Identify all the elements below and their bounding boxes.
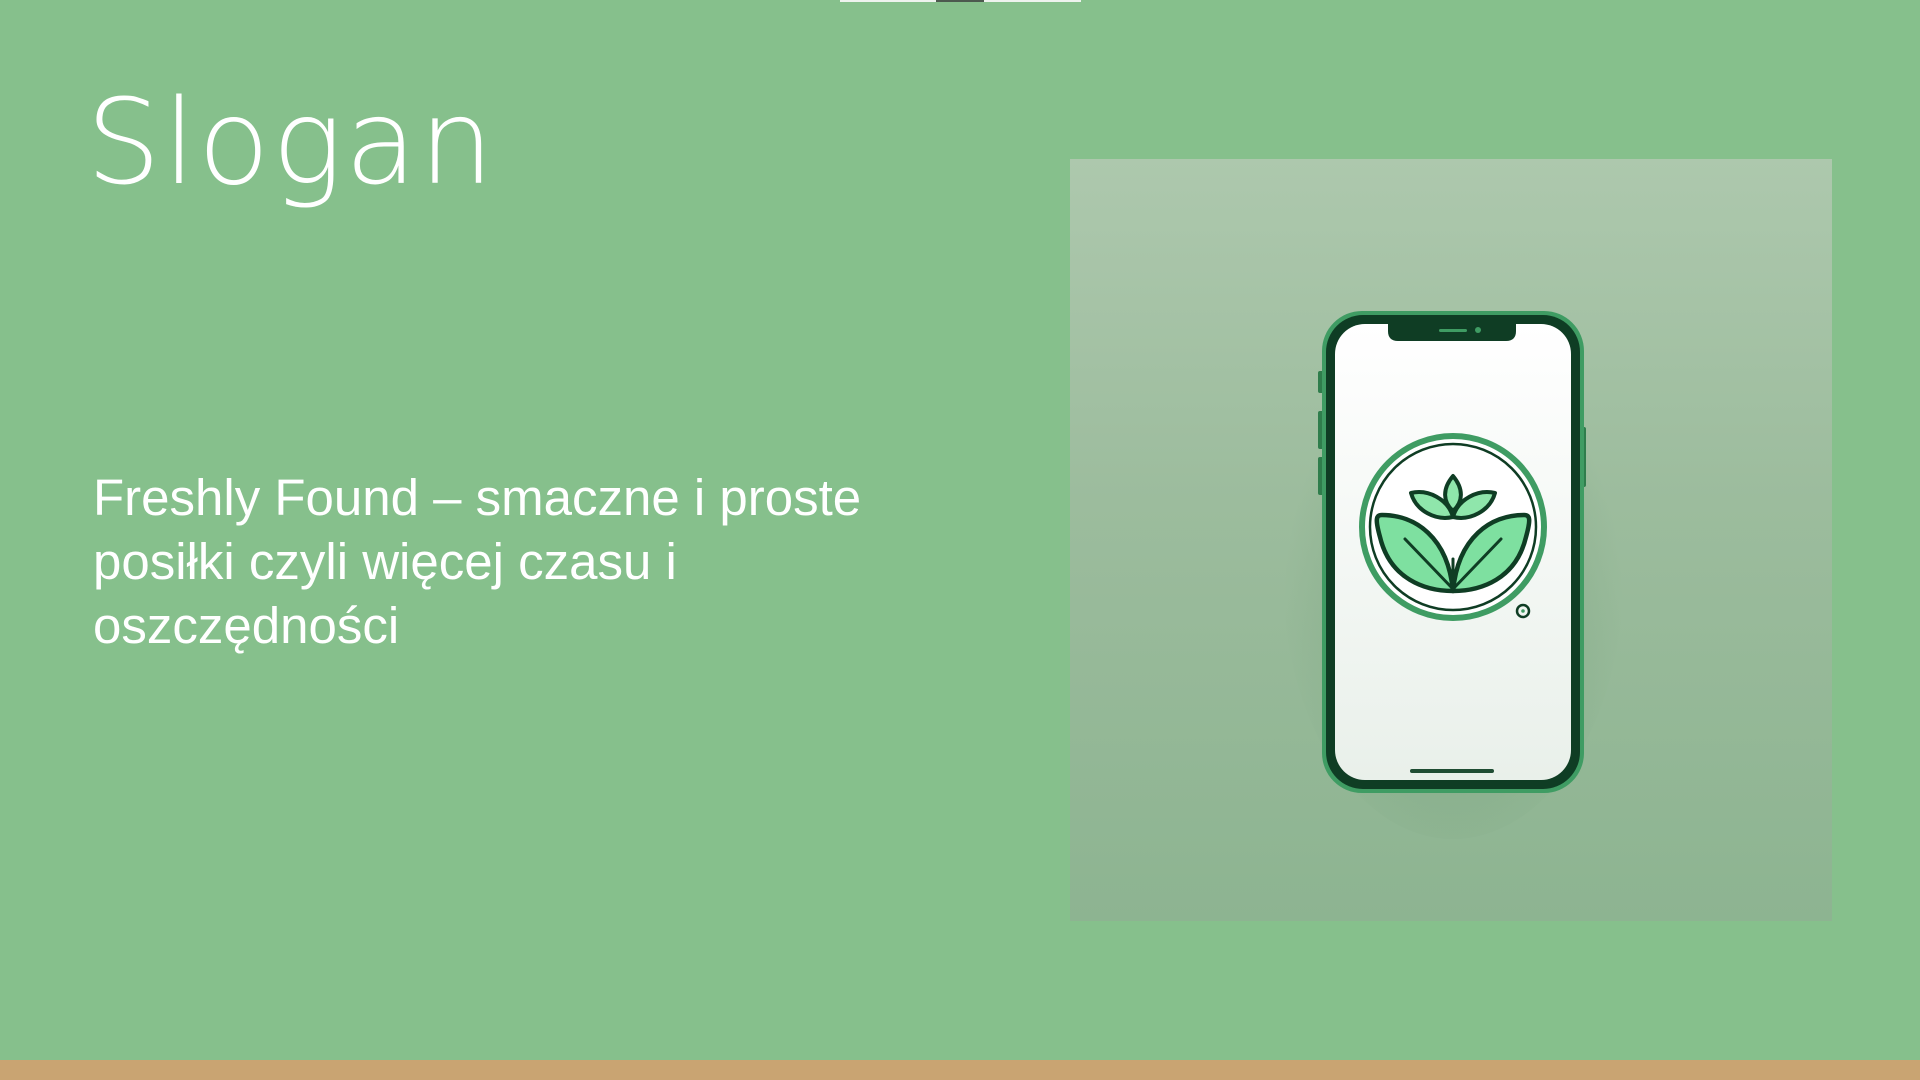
leaf-logo-icon	[1359, 433, 1547, 621]
slide: Slogan Freshly Found – smaczne i proste …	[0, 0, 1920, 1080]
footer-accent-bar	[0, 1060, 1920, 1080]
slogan-text: Freshly Found – smaczne i proste posiłki…	[93, 469, 862, 654]
phone-svg	[1283, 311, 1623, 839]
phone-notch	[1388, 324, 1516, 341]
phone-speaker	[1439, 329, 1467, 332]
phone-illustration	[1070, 159, 1832, 921]
slide-progress-marker	[936, 0, 984, 2]
phone-camera	[1475, 327, 1481, 333]
phone-home-indicator	[1410, 769, 1494, 773]
slide-title: Slogan	[86, 73, 496, 211]
